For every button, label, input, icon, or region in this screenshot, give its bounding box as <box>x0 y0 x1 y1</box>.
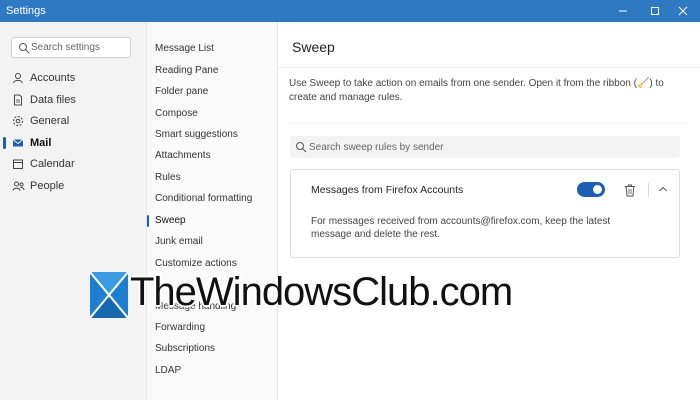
submenu-item-subscriptions[interactable]: Subscriptions <box>147 340 277 358</box>
mail-icon <box>11 136 25 150</box>
rule-enabled-toggle[interactable] <box>577 182 605 197</box>
submenu-item-label: Sweep <box>155 215 186 226</box>
calendar-icon <box>11 157 25 171</box>
submenu-item-label: Reading Pane <box>155 65 219 76</box>
settings-search-input[interactable] <box>31 40 127 55</box>
submenu-item-compose[interactable]: Compose <box>147 105 277 123</box>
mail-settings-menu: Message List Reading Pane Folder pane Co… <box>146 22 278 400</box>
sidebar-item-calendar[interactable]: Calendar <box>0 154 146 174</box>
toggle-knob <box>593 185 602 194</box>
title-bar: Settings <box>0 0 700 22</box>
submenu-item-folder-pane[interactable]: Folder pane <box>147 83 277 101</box>
divider <box>648 183 649 197</box>
page-title: Sweep <box>292 39 335 55</box>
divider <box>289 123 689 124</box>
sidebar-item-general[interactable]: General <box>0 111 146 131</box>
submenu-item-ldap[interactable]: LDAP <box>147 362 277 380</box>
sidebar-item-mail[interactable]: Mail <box>0 133 146 153</box>
submenu-item-label: Smart suggestions <box>155 129 238 140</box>
watermark-text: TheWindowsClub.com <box>130 270 513 314</box>
close-button[interactable] <box>666 0 700 22</box>
search-icon <box>296 142 307 153</box>
divider <box>278 67 700 68</box>
sidebar-item-label: Data files <box>30 94 76 106</box>
people-icon <box>11 179 25 193</box>
submenu-item-attachments[interactable]: Attachments <box>147 147 277 165</box>
file-icon <box>11 93 25 107</box>
submenu-item-label: Message List <box>155 43 214 54</box>
gear-icon <box>11 114 25 128</box>
window-title: Settings <box>6 5 46 17</box>
submenu-item-label: Folder pane <box>155 86 209 97</box>
sidebar-item-label: Accounts <box>30 72 76 84</box>
watermark: TheWindowsClub.com <box>86 266 546 324</box>
sweep-rule-card: Messages from Firefox Accounts For messa… <box>290 169 680 258</box>
sidebar-item-people[interactable]: People <box>0 176 146 196</box>
close-icon <box>678 6 688 16</box>
delete-rule-button[interactable] <box>623 182 637 198</box>
sidebar-item-accounts[interactable]: Accounts <box>0 68 146 88</box>
sweep-description: Use Sweep to take action on emails from … <box>289 78 664 103</box>
sidebar-item-label: People <box>30 180 65 192</box>
submenu-item-label: Compose <box>155 108 198 119</box>
submenu-item-label: Junk email <box>155 236 203 247</box>
person-icon <box>11 71 25 85</box>
settings-search[interactable] <box>11 37 131 58</box>
submenu-item-label: LDAP <box>155 365 182 376</box>
submenu-item-sweep[interactable]: Sweep <box>147 212 277 230</box>
collapse-rule-button[interactable] <box>656 182 670 196</box>
sweep-rule-search[interactable] <box>290 136 680 158</box>
submenu-item-rules[interactable]: Rules <box>147 169 277 187</box>
submenu-item-label: Rules <box>155 172 181 183</box>
submenu-item-conditional-formatting[interactable]: Conditional formatting <box>147 190 277 208</box>
submenu-item-reading-pane[interactable]: Reading Pane <box>147 62 277 80</box>
search-icon <box>19 43 30 54</box>
submenu-item-label: Conditional formatting <box>155 193 253 204</box>
active-indicator <box>3 137 6 149</box>
submenu-item-label: Attachments <box>155 150 211 161</box>
submenu-item-junk-email[interactable]: Junk email <box>147 233 277 251</box>
trash-icon <box>625 184 635 196</box>
sidebar-item-label: Mail <box>30 137 52 149</box>
sweep-rule-search-input[interactable] <box>309 140 669 154</box>
rule-title: Messages from Firefox Accounts <box>311 184 464 196</box>
sidebar-item-label: Calendar <box>30 158 75 170</box>
sweep-settings-panel: Sweep Use Sweep to take action on emails… <box>278 22 700 400</box>
submenu-item-label: Subscriptions <box>155 343 216 354</box>
chevron-up-icon <box>659 186 667 192</box>
maximize-icon <box>651 7 659 15</box>
submenu-item-smart-suggestions[interactable]: Smart suggestions <box>147 126 277 144</box>
rule-description: For messages received from accounts@fire… <box>311 216 611 240</box>
windows-club-logo-icon <box>90 272 128 318</box>
sidebar-item-data-files[interactable]: Data files <box>0 90 146 110</box>
primary-sidebar: Accounts Data files General Mail Calenda… <box>0 22 146 400</box>
minimize-button[interactable] <box>606 0 640 22</box>
sidebar-item-label: General <box>30 115 70 127</box>
submenu-item-message-list[interactable]: Message List <box>147 40 277 58</box>
active-indicator <box>147 215 149 227</box>
minimize-icon <box>619 10 627 12</box>
